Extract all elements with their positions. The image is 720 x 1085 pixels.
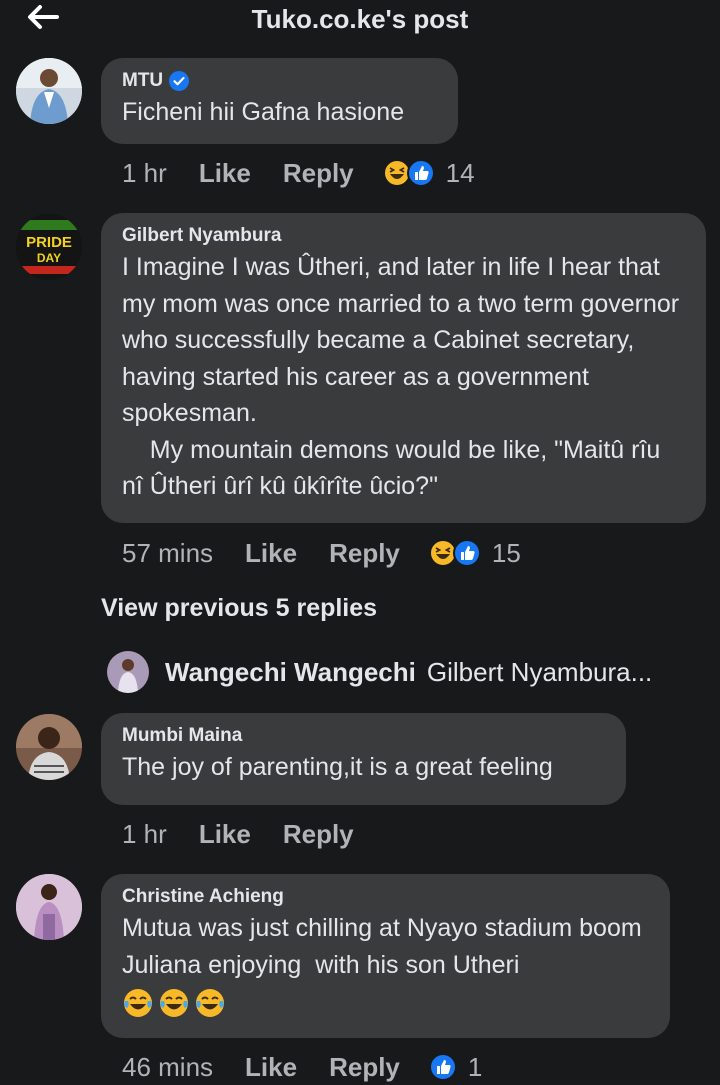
- avatar-text-day: DAY: [37, 251, 61, 265]
- like-reaction-icon: [452, 539, 481, 567]
- reply-button[interactable]: Reply: [283, 158, 354, 189]
- like-button[interactable]: Like: [199, 819, 251, 850]
- avatar[interactable]: [16, 874, 82, 940]
- like-button[interactable]: Like: [245, 1052, 297, 1083]
- laughing-emoji-group: [122, 987, 650, 1019]
- comment-text: The joy of parenting,it is a great feeli…: [122, 753, 553, 781]
- avatar[interactable]: PRIDE DAY: [16, 214, 82, 280]
- like-reaction-icon: [428, 1053, 457, 1081]
- commenter-name[interactable]: MTU: [122, 68, 163, 94]
- reply-author-name[interactable]: Wangechi Wangechi: [165, 657, 416, 688]
- commenter-name[interactable]: Mumbi Maina: [122, 723, 242, 749]
- top-bar: Tuko.co.ke's post: [0, 0, 720, 44]
- comment-text: I Imagine I was Ûtheri, and later in lif…: [122, 253, 680, 500]
- comment-time[interactable]: 1 hr: [122, 819, 167, 850]
- comment-time[interactable]: 46 mins: [122, 1052, 213, 1083]
- reaction-count: 1: [467, 1051, 483, 1082]
- page-title: Tuko.co.ke's post: [251, 4, 469, 34]
- tears-of-joy-emoji-icon: [196, 989, 224, 1017]
- commenter-name[interactable]: Christine Achieng: [122, 884, 284, 910]
- comment-time[interactable]: 57 mins: [122, 538, 213, 569]
- comment-bubble[interactable]: Christine Achieng Mutua was just chillin…: [101, 874, 670, 1038]
- like-button[interactable]: Like: [199, 158, 251, 189]
- comment-time[interactable]: 1 hr: [122, 158, 167, 189]
- comment-text: Mutua was just chilling at Nyayo stadium…: [122, 914, 649, 979]
- comment-bubble[interactable]: MTU Ficheni hii Gafna hasione: [101, 58, 458, 144]
- reply-preview[interactable]: Wangechi Wangechi Gilbert Nyambura...: [107, 650, 652, 694]
- avatar[interactable]: [16, 58, 82, 124]
- reply-button[interactable]: Reply: [329, 538, 400, 569]
- comment-actions: 1 hr Like Reply: [122, 817, 386, 851]
- comment-actions: 46 mins Like Reply 1: [122, 1050, 482, 1084]
- reply-button[interactable]: Reply: [329, 1052, 400, 1083]
- avatar[interactable]: [16, 714, 82, 780]
- like-button[interactable]: Like: [245, 538, 297, 569]
- reaction-summary[interactable]: 15: [428, 538, 521, 569]
- reaction-count: 14: [445, 157, 475, 188]
- avatar-text-pride: PRIDE: [26, 234, 72, 251]
- comment-bubble[interactable]: Mumbi Maina The joy of parenting,it is a…: [101, 713, 626, 805]
- reaction-summary[interactable]: 1: [428, 1052, 482, 1083]
- reaction-summary[interactable]: 14: [382, 158, 475, 189]
- reply-snippet: Gilbert Nyambura...: [426, 656, 653, 687]
- verified-badge-icon: [169, 71, 190, 91]
- reply-button[interactable]: Reply: [283, 819, 354, 850]
- comment-actions: 1 hr Like Reply 14: [122, 156, 475, 190]
- comment-actions: 57 mins Like Reply 15: [122, 536, 521, 570]
- commenter-name[interactable]: Gilbert Nyambura: [122, 223, 281, 249]
- reaction-count: 15: [491, 537, 521, 568]
- tears-of-joy-emoji-icon: [160, 989, 188, 1017]
- comment-bubble[interactable]: Gilbert Nyambura I Imagine I was Ûtheri,…: [101, 213, 706, 523]
- view-previous-replies-link[interactable]: View previous 5 replies: [101, 594, 377, 623]
- like-reaction-icon: [406, 159, 435, 187]
- avatar[interactable]: [107, 651, 149, 693]
- comment-text: Ficheni hii Gafna hasione: [122, 98, 405, 126]
- tears-of-joy-emoji-icon: [124, 989, 152, 1017]
